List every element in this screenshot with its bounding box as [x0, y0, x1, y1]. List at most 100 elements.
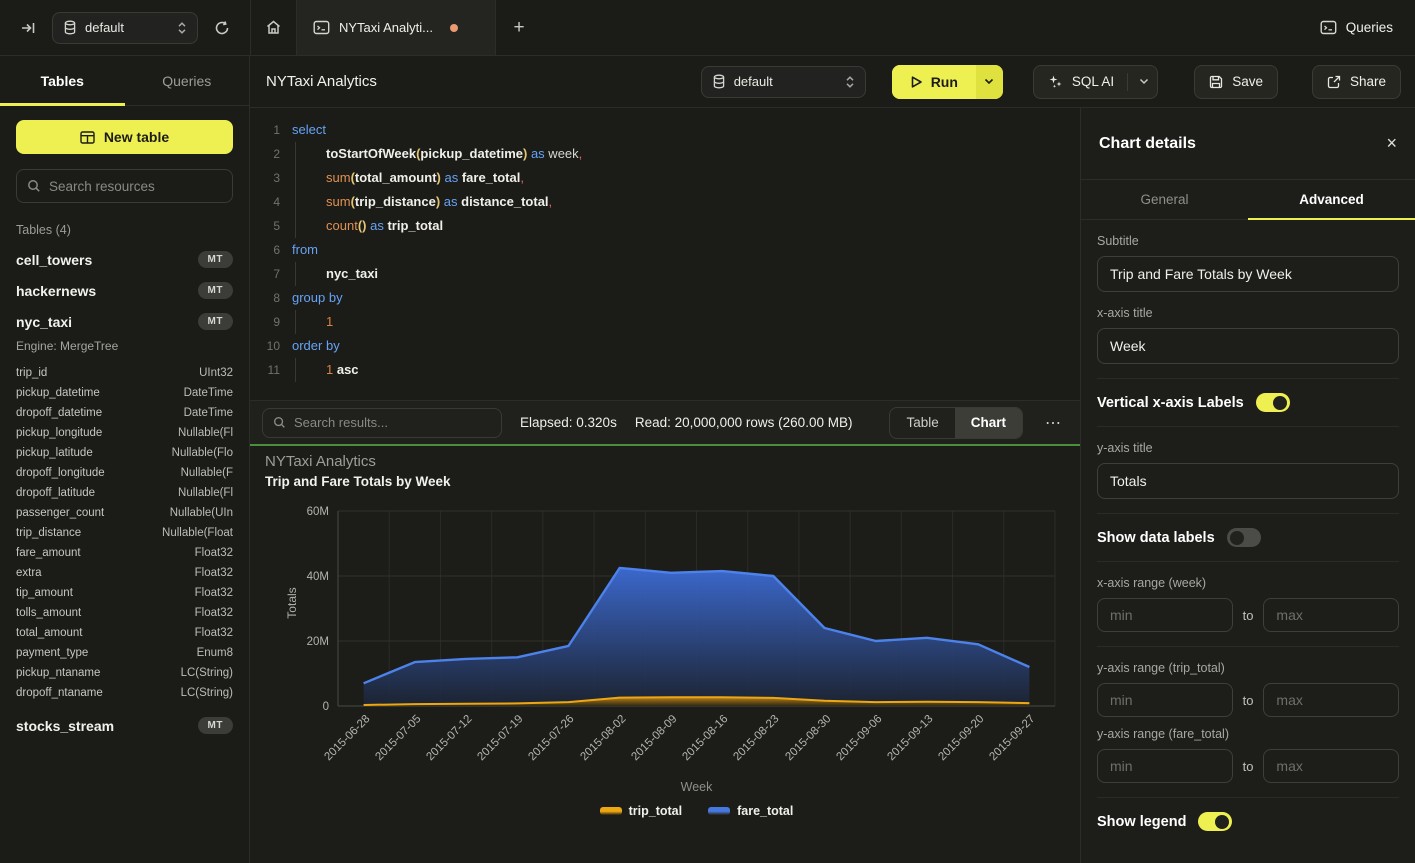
table-row[interactable]: cell_towersMT [16, 251, 233, 268]
refresh-button[interactable] [208, 14, 236, 42]
column-name: payment_type [16, 643, 88, 663]
x-range-max-input[interactable] [1263, 598, 1399, 632]
line-number: 10 [250, 334, 280, 358]
chart-panel: NYTaxi Analytics Trip and Fare Totals by… [250, 446, 1080, 863]
database-selector[interactable]: default [52, 12, 198, 44]
legend-label: fare_total [737, 804, 793, 818]
chart-canvas[interactable]: 020M40M60M [250, 446, 1080, 718]
x-axis-title-input[interactable] [1097, 328, 1399, 364]
column-type: Float32 [195, 603, 233, 623]
queries-button[interactable]: Queries [1320, 20, 1393, 35]
y-axis-title-input[interactable] [1097, 463, 1399, 499]
code-line: 3sum(total_amount) as fare_total, [250, 166, 1080, 190]
y-range-fare-min-input[interactable] [1097, 749, 1233, 783]
query-header: NYTaxi Analytics default Run [250, 56, 1415, 108]
new-table-button[interactable]: New table [16, 120, 233, 154]
column-row: dropoff_datetimeDateTime [16, 403, 233, 423]
run-button[interactable]: Run [892, 65, 1003, 99]
y-range-trip-max-input[interactable] [1263, 683, 1399, 717]
subtitle-input[interactable] [1097, 256, 1399, 292]
home-icon [265, 19, 282, 36]
table-engine-badge: MT [198, 282, 233, 299]
table-row[interactable]: nyc_taxiMT [16, 313, 233, 330]
sparkles-icon [1048, 74, 1063, 89]
save-button[interactable]: Save [1194, 65, 1278, 99]
column-name: trip_distance [16, 523, 81, 543]
table-row[interactable]: stocks_streamMT [16, 717, 233, 734]
chevron-updown-icon [177, 21, 187, 35]
share-icon [1327, 75, 1341, 89]
column-type: LC(String) [181, 663, 233, 683]
column-type: Float32 [195, 543, 233, 563]
column-name: dropoff_longitude [16, 463, 105, 483]
unsaved-dot-icon [450, 24, 458, 32]
view-toggle-table[interactable]: Table [890, 408, 954, 438]
query-database-value: default [734, 74, 837, 89]
y-range-fare-max-input[interactable] [1263, 749, 1399, 783]
column-type: Float32 [195, 623, 233, 643]
x-axis-title: Week [338, 780, 1055, 794]
sidebar-body: New table Tables (4) cell_towersMThacker… [0, 106, 249, 734]
panel-tab-general[interactable]: General [1081, 180, 1248, 219]
column-type: Float32 [195, 563, 233, 583]
legend-item-fare_total[interactable]: fare_total [708, 804, 793, 818]
legend-label: trip_total [629, 804, 682, 818]
column-name: pickup_latitude [16, 443, 93, 463]
sql-editor[interactable]: 1select2toStartOfWeek(pickup_datetime) a… [250, 108, 1080, 400]
column-row: trip_idUInt32 [16, 363, 233, 383]
search-results-input[interactable] [294, 415, 491, 430]
column-name: pickup_longitude [16, 423, 102, 443]
close-icon[interactable]: × [1386, 133, 1397, 154]
results-search[interactable] [262, 408, 502, 438]
y-range-trip-min-input[interactable] [1097, 683, 1233, 717]
run-options-caret[interactable] [976, 65, 1003, 99]
refresh-icon [214, 20, 230, 36]
tab-nytaxi-analytics[interactable]: NYTaxi Analyti... [296, 0, 496, 55]
query-database-selector[interactable]: default [701, 66, 866, 98]
column-name: extra [16, 563, 42, 583]
tab-title: NYTaxi Analyti... [339, 20, 433, 35]
sidebar: Tables Queries New table Tables (4) [0, 56, 250, 863]
home-button[interactable] [250, 0, 296, 55]
line-number: 5 [250, 214, 280, 238]
chevron-down-icon[interactable] [1139, 78, 1149, 85]
vertical-x-axis-labels-toggle[interactable] [1256, 393, 1290, 412]
panel-header: Chart details × [1081, 108, 1415, 180]
console-icon [1320, 20, 1337, 35]
more-options-button[interactable]: ⋯ [1041, 413, 1066, 433]
code-line: 4sum(trip_distance) as distance_total, [250, 190, 1080, 214]
topbar-left: default [0, 12, 250, 44]
new-tab-button[interactable]: + [496, 0, 542, 55]
sidebar-tab-queries[interactable]: Queries [125, 56, 250, 105]
show-legend-label: Show legend [1097, 814, 1186, 830]
save-icon [1209, 75, 1223, 89]
play-icon [910, 75, 923, 89]
show-legend-toggle[interactable] [1198, 812, 1232, 831]
sql-ai-button[interactable]: SQL AI [1033, 65, 1158, 99]
divider [1097, 646, 1399, 647]
column-row: pickup_latitudeNullable(Flo [16, 443, 233, 463]
share-button[interactable]: Share [1312, 65, 1401, 99]
column-name: pickup_ntaname [16, 663, 100, 683]
legend-item-trip_total[interactable]: trip_total [600, 804, 682, 818]
results-toolbar: Elapsed: 0.320s Read: 20,000,000 rows (2… [250, 400, 1080, 444]
svg-text:60M: 60M [307, 506, 329, 518]
sidebar-tab-tables[interactable]: Tables [0, 56, 125, 105]
column-row: pickup_ntaname LC(String) [16, 663, 233, 683]
panel-title: Chart details [1099, 135, 1196, 153]
show-data-labels-toggle[interactable] [1227, 528, 1261, 547]
column-type: Nullable(F [181, 463, 233, 483]
panel-tab-advanced[interactable]: Advanced [1248, 180, 1415, 219]
svg-text:0: 0 [323, 701, 329, 713]
x-range-min-input[interactable] [1097, 598, 1233, 632]
code-line: 7nyc_taxi [250, 262, 1080, 286]
view-toggle-chart[interactable]: Chart [955, 408, 1022, 438]
table-row[interactable]: hackernewsMT [16, 282, 233, 299]
collapse-sidebar-button[interactable] [14, 14, 42, 42]
search-icon [273, 416, 286, 429]
search-resources-input[interactable] [49, 179, 226, 194]
line-number: 1 [250, 118, 280, 142]
sidebar-search[interactable] [16, 169, 233, 203]
column-row: fare_amountFloat32 [16, 543, 233, 563]
editor-tabstrip: NYTaxi Analyti... + [250, 0, 1320, 55]
